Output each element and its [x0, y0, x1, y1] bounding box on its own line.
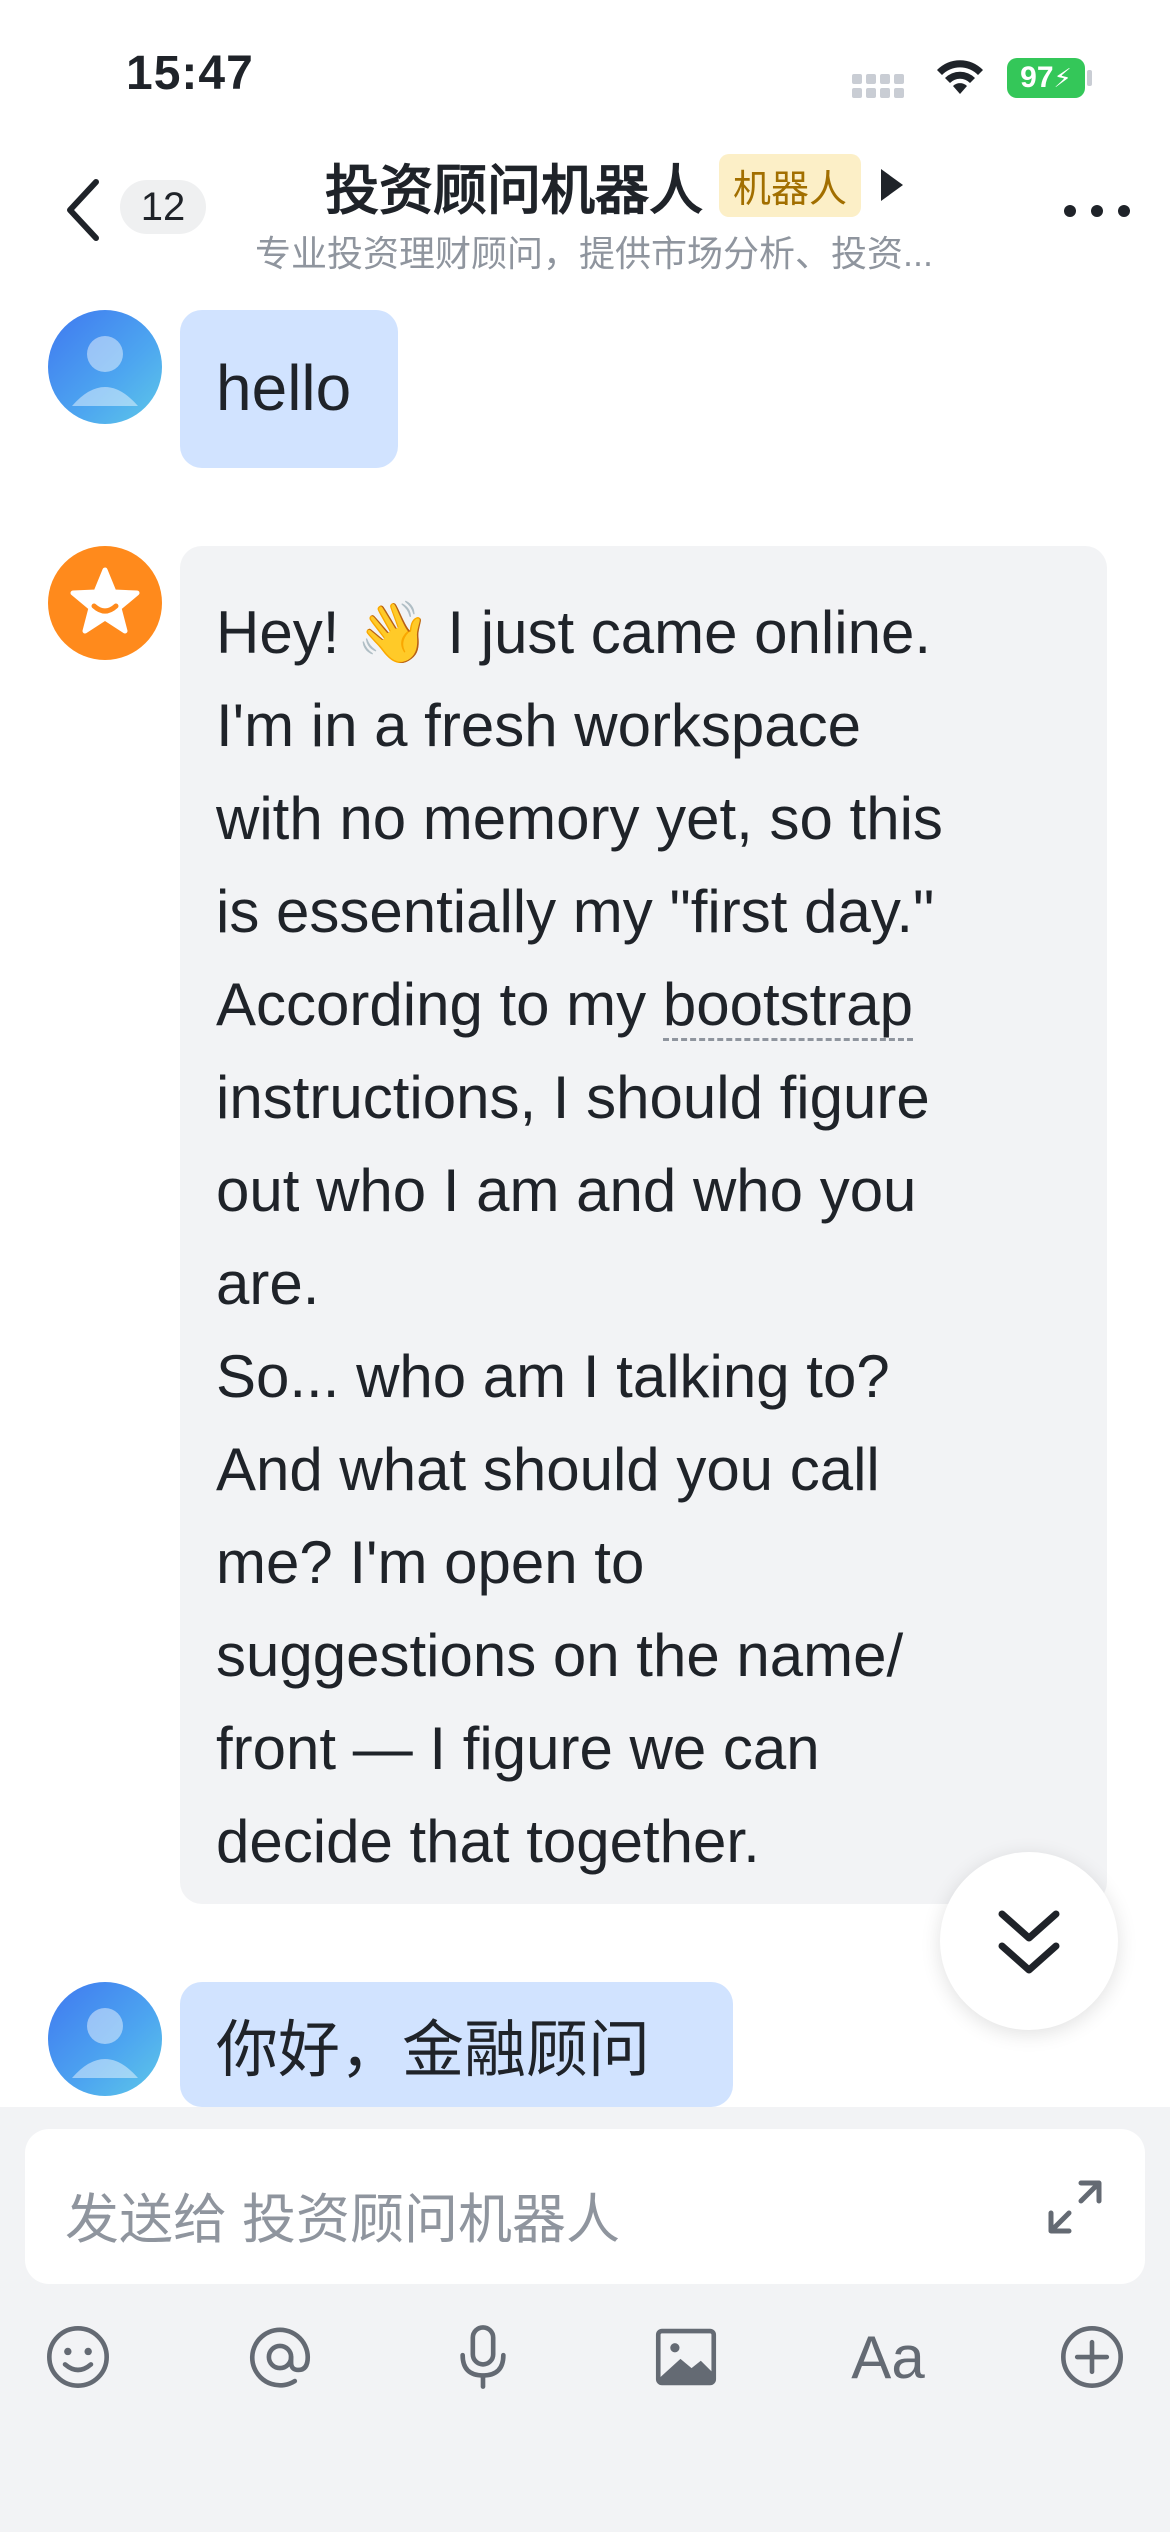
message-line: suggestions on the name/: [216, 1622, 904, 1689]
message-line: are.: [216, 1250, 320, 1317]
plus-button[interactable]: [1052, 2317, 1132, 2397]
bot-tag: 机器人: [719, 153, 862, 217]
plus-icon: [1061, 2326, 1123, 2388]
composer-toolbar: Aa: [0, 2317, 1170, 2417]
message-line: Hey! 👋 I just came online.: [216, 599, 931, 666]
more-icon[interactable]: [1062, 195, 1132, 225]
person-icon: [72, 336, 138, 406]
bot-avatar[interactable]: [48, 546, 162, 660]
star-icon: [70, 567, 140, 634]
message-bubble-user[interactable]: 你好，金融顾问: [180, 1982, 733, 2107]
message-text: 你好，金融顾问: [216, 2016, 651, 2085]
battery-level: 97: [1020, 61, 1054, 94]
chat-title: 投资顾问机器人: [325, 160, 703, 221]
message-text: hello: [216, 352, 352, 424]
user-avatar[interactable]: [48, 1982, 162, 2096]
font-format-button[interactable]: Aa: [848, 2317, 928, 2397]
message-line: out who I am and who you: [216, 1157, 917, 1224]
cellular-signal-icon: [852, 72, 912, 100]
expand-icon[interactable]: [1045, 2177, 1105, 2237]
message-line: is essentially my "first day.": [216, 878, 935, 945]
scroll-to-bottom-button[interactable]: [940, 1852, 1118, 2030]
chat-header: 12 投资顾问机器人 机器人 专业投资理财顾问，提供市场分析、投资...: [0, 140, 1170, 290]
voice-button[interactable]: [443, 2317, 523, 2397]
message-line: I'm in a fresh workspace: [216, 692, 862, 759]
image-icon: [655, 2328, 717, 2386]
status-time: 15:47: [126, 47, 254, 100]
message-line: me? I'm open to: [216, 1529, 645, 1596]
message-line: instructions, I should figure: [216, 1064, 930, 1131]
charging-bolt-icon: ⚡: [1053, 63, 1072, 93]
battery-indicator: 97⚡: [1007, 58, 1085, 98]
message-bubble-user[interactable]: hello: [180, 310, 398, 468]
emoji-button[interactable]: [38, 2317, 118, 2397]
message-line: So... who am I talking to?: [216, 1343, 890, 1410]
font-icon: Aa: [851, 2323, 925, 2391]
status-bar: 15:47 97⚡: [0, 0, 1170, 140]
message-input[interactable]: 发送给 投资顾问机器人: [25, 2129, 1145, 2284]
message-input-placeholder: 发送给 投资顾问机器人: [65, 2190, 621, 2250]
play-icon[interactable]: [881, 169, 904, 201]
battery-cap: [1087, 70, 1092, 86]
image-button[interactable]: [646, 2317, 726, 2397]
person-icon: [72, 2008, 138, 2078]
chevron-double-down-icon: [998, 1910, 1060, 1974]
microphone-icon: [460, 2325, 506, 2389]
mention-button[interactable]: [240, 2317, 320, 2397]
message-line: front — I figure we can: [216, 1715, 820, 1782]
chat-title-row[interactable]: 投资顾问机器人 机器人: [325, 150, 904, 221]
message-line: And what should you call: [216, 1436, 880, 1503]
user-avatar[interactable]: [48, 310, 162, 424]
message-bubble-bot[interactable]: Hey! 👋 I just came online. I'm in a fres…: [180, 546, 1107, 1904]
mention-icon: [249, 2327, 311, 2388]
message-line-text: According to my: [216, 971, 663, 1038]
bootstrap-term-link[interactable]: bootstrap: [662, 971, 914, 1041]
back-arrow-icon[interactable]: [56, 170, 116, 250]
message-line: with no memory yet, so this: [216, 785, 943, 852]
composer-area: 发送给 投资顾问机器人 Aa: [0, 2107, 1170, 2532]
emoji-icon: [47, 2326, 109, 2388]
wifi-icon: [937, 60, 983, 94]
message-line: According to my bootstrap: [216, 958, 1071, 1051]
chat-subtitle: 专业投资理财顾问，提供市场分析、投资...: [255, 233, 934, 274]
unread-count-badge[interactable]: 12: [120, 180, 206, 234]
